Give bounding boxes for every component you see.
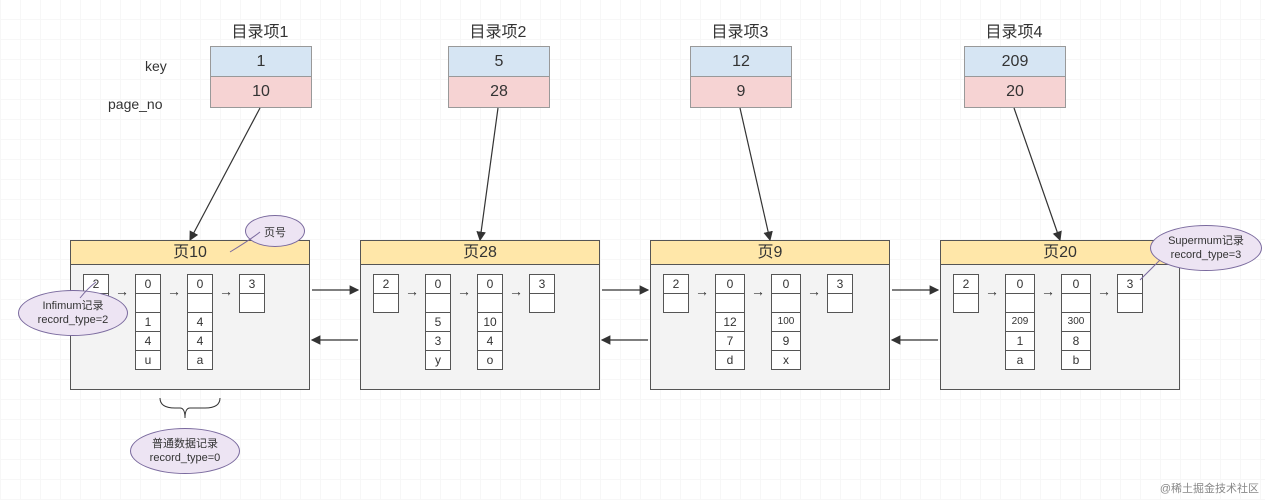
rec-infimum: 2 (373, 275, 399, 313)
page-20-records: 2 → 02091a → 03008b → 3 (941, 265, 1179, 380)
rec-data: 053y (425, 275, 451, 370)
rec-data: 02091a (1005, 275, 1035, 370)
rec-supremum: 3 (239, 275, 265, 313)
arrow-icon: → (115, 283, 129, 299)
arrow-icon: → (405, 283, 419, 299)
arrow-icon: → (695, 283, 709, 299)
page-9: 页9 2 → 0127d → 01009x → 3 (650, 240, 890, 390)
bubble-normal: 普通数据记录record_type=0 (130, 428, 240, 474)
dir-pageno-2: 28 (449, 77, 549, 107)
arrow-icon: → (751, 283, 765, 299)
bubble-page-no: 页号 (245, 215, 305, 247)
rec-infimum: 2 (953, 275, 979, 313)
arrow-icon: → (509, 283, 523, 299)
dir-title-4: 目录项4 (964, 18, 1064, 42)
dir-title-2: 目录项2 (448, 18, 548, 42)
arrow-icon: → (1041, 283, 1055, 299)
dir-pageno-3: 9 (691, 77, 791, 107)
page-20: 页20 2 → 02091a → 03008b → 3 (940, 240, 1180, 390)
arrow-icon: → (457, 283, 471, 299)
arrow-icon: → (807, 283, 821, 299)
page-20-title: 页20 (941, 241, 1179, 265)
rec-data: 0104o (477, 275, 503, 370)
rec-supremum: 3 (529, 275, 555, 313)
rec-supremum: 3 (1117, 275, 1143, 313)
label-key: key (145, 58, 167, 74)
rec-data: 0127d (715, 275, 745, 370)
dir-entry-2: 5 28 (448, 46, 550, 108)
rec-supremum: 3 (827, 275, 853, 313)
bubble-supermum: Supermum记录record_type=3 (1150, 225, 1262, 271)
rec-data: 044a (187, 275, 213, 370)
dir-key-2: 5 (449, 47, 549, 77)
page-9-title: 页9 (651, 241, 889, 265)
dir-title-1: 目录项1 (210, 18, 310, 42)
arrow-icon: → (219, 283, 233, 299)
dir-pageno-4: 20 (965, 77, 1065, 107)
dir-key-1: 1 (211, 47, 311, 77)
page-9-records: 2 → 0127d → 01009x → 3 (651, 265, 889, 380)
rec-data: 03008b (1061, 275, 1091, 370)
dir-pageno-1: 10 (211, 77, 311, 107)
dir-entry-3: 12 9 (690, 46, 792, 108)
label-page-no: page_no (108, 96, 163, 112)
arrow-icon: → (985, 283, 999, 299)
page-28-records: 2 → 053y → 0104o → 3 (361, 265, 599, 380)
arrow-icon: → (167, 283, 181, 299)
dir-title-3: 目录项3 (690, 18, 790, 42)
bubble-infimum: Infimum记录record_type=2 (18, 290, 128, 336)
dir-key-4: 209 (965, 47, 1065, 77)
dir-entry-4: 209 20 (964, 46, 1066, 108)
rec-data: 014u (135, 275, 161, 370)
dir-entry-1: 1 10 (210, 46, 312, 108)
rec-data: 01009x (771, 275, 801, 370)
arrow-icon: → (1097, 283, 1111, 299)
page-28: 页28 2 → 053y → 0104o → 3 (360, 240, 600, 390)
dir-key-3: 12 (691, 47, 791, 77)
page-28-title: 页28 (361, 241, 599, 265)
rec-infimum: 2 (663, 275, 689, 313)
watermark: @稀土掘金技术社区 (1160, 480, 1259, 496)
